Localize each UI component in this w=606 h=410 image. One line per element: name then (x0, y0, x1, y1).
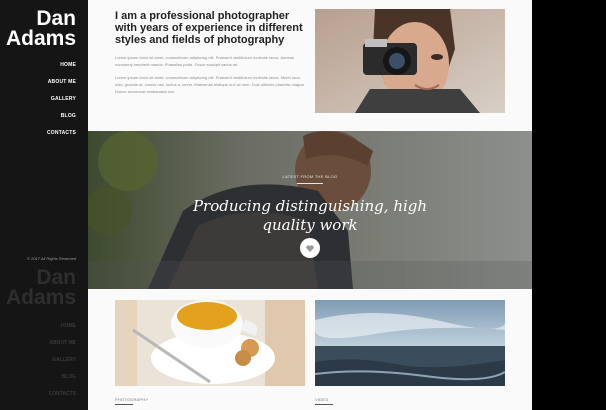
photographer-image (315, 9, 505, 113)
nav-gallery[interactable]: GALLERY (47, 95, 76, 112)
faded-nav-about[interactable]: ABOUT ME (49, 339, 76, 356)
video-image[interactable] (315, 300, 505, 386)
right-edge (532, 0, 606, 410)
main-content: I am a professional photographer with ye… (88, 0, 532, 410)
sidebar: Dan Adams HOME ABOUT ME GALLERY BLOG CON… (0, 0, 88, 410)
faded-nav: HOME ABOUT ME GALLERY BLOG CONTACTS (49, 322, 76, 407)
hero-like-button[interactable] (300, 238, 320, 258)
main-nav: HOME ABOUT ME GALLERY BLOG CONTACTS (47, 61, 76, 146)
copyright: © 2017 All Rights Reserved (26, 256, 76, 261)
logo-line2: Adams (5, 27, 76, 50)
heart-icon (306, 244, 314, 252)
logo-line1: Dan (36, 7, 76, 30)
faded-nav-gallery[interactable]: GALLERY (49, 356, 76, 373)
intro-paragraph-2: Lorem ipsum dolor sit amet, consectetuer… (115, 75, 305, 94)
nav-about[interactable]: ABOUT ME (47, 78, 76, 95)
card-divider-video (315, 404, 333, 405)
nav-blog[interactable]: BLOG (47, 112, 76, 129)
hero-divider (297, 183, 323, 184)
card-divider-photography (115, 404, 133, 405)
card-caption-video[interactable]: VIDEO (315, 397, 328, 402)
hero-tag: LATEST FROM THE BLOG (282, 174, 338, 179)
nav-home[interactable]: HOME (47, 61, 76, 78)
hero-title: Producing distinguishing, high quality w… (192, 197, 428, 234)
intro-paragraph-1: Lorem ipsum dolor sit amet, consectetuer… (115, 55, 295, 67)
page: Dan Adams HOME ABOUT ME GALLERY BLOG CON… (0, 0, 606, 410)
card-caption-photography[interactable]: PHOTOGRAPHY (115, 397, 148, 402)
faded-nav-home[interactable]: HOME (49, 322, 76, 339)
faded-nav-blog[interactable]: BLOG (49, 373, 76, 390)
site-logo-faded: Dan Adams (5, 266, 76, 309)
faded-nav-contacts[interactable]: CONTACTS (49, 390, 76, 407)
intro-heading: I am a professional photographer with ye… (115, 10, 303, 46)
nav-contacts[interactable]: CONTACTS (47, 129, 76, 146)
site-logo[interactable]: Dan Adams (5, 7, 76, 50)
photography-image[interactable] (115, 300, 305, 386)
logo2-line1: Dan (36, 266, 76, 289)
logo2-line2: Adams (5, 286, 76, 309)
intro-section: I am a professional photographer with ye… (115, 10, 305, 95)
hero-banner: LATEST FROM THE BLOG Producing distingui… (88, 131, 532, 289)
